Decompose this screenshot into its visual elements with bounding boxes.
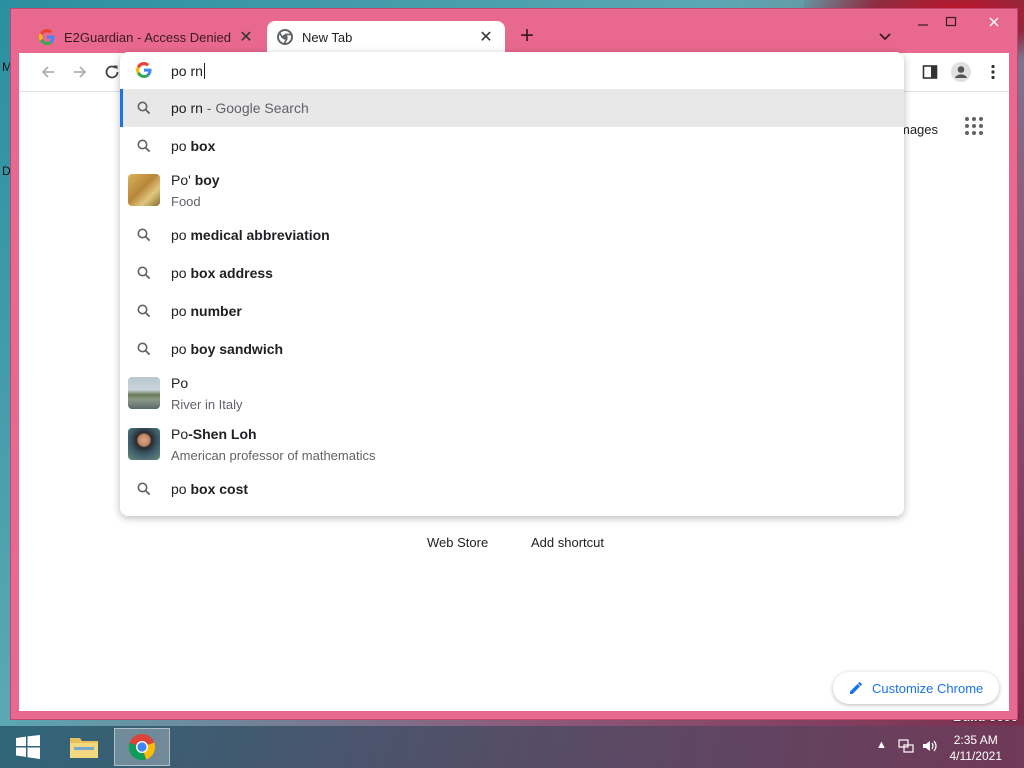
suggestion-completion: -Shen Loh xyxy=(188,426,257,442)
folder-icon xyxy=(70,738,98,758)
suggestion-completion: boy xyxy=(194,172,220,188)
tab-title: E2Guardian - Access Denied xyxy=(64,29,231,45)
river-thumbnail xyxy=(128,377,160,409)
suggestion-prefix: po xyxy=(171,481,191,497)
search-icon xyxy=(137,266,151,280)
tab-new-tab[interactable]: New Tab ✕ xyxy=(267,21,505,53)
side-panel-icon[interactable] xyxy=(919,61,941,83)
maximize-button[interactable] xyxy=(935,9,967,35)
shortcut-add[interactable]: Add shortcut xyxy=(531,535,604,550)
tab-search-chevron-icon[interactable] xyxy=(873,27,897,47)
tray-expand-icon[interactable]: ▲ xyxy=(876,739,887,751)
suggestion-item[interactable]: po boy sandwich xyxy=(120,330,904,368)
clock-date: 4/11/2021 xyxy=(949,749,1003,763)
google-icon xyxy=(136,62,152,83)
search-icon xyxy=(137,139,151,153)
suggestion-prefix: po xyxy=(171,303,191,319)
close-icon[interactable]: ✕ xyxy=(477,28,495,46)
customize-label: Customize Chrome xyxy=(872,680,984,696)
suggestion-completion: box address xyxy=(190,265,273,281)
suggestion-entity[interactable]: Po-Shen Loh American professor of mathem… xyxy=(120,419,904,470)
pencil-icon xyxy=(850,682,862,694)
omnibox-query: po rn xyxy=(171,63,203,79)
chrome-icon xyxy=(277,29,293,45)
tab-access-denied[interactable]: E2Guardian - Access Denied ✕ xyxy=(29,21,265,53)
images-link[interactable]: mages xyxy=(899,122,938,137)
tab-strip: E2Guardian - Access Denied ✕ New Tab ✕ + xyxy=(11,9,1017,53)
network-icon[interactable] xyxy=(898,739,914,756)
start-button[interactable] xyxy=(0,728,56,766)
suggestion-hint: - Google Search xyxy=(202,100,309,116)
system-clock[interactable]: 2:35 AM 4/11/2021 xyxy=(950,732,1003,764)
suggestion-completion: medical abbreviation xyxy=(190,227,330,243)
chrome-icon xyxy=(128,733,156,761)
omnibox-dropdown: po rn po rn - Google Search po box Po' b… xyxy=(120,52,904,516)
close-icon[interactable]: ✕ xyxy=(237,28,255,46)
person-thumbnail xyxy=(128,428,160,460)
suggestion-prefix: po xyxy=(171,341,191,357)
text-caret xyxy=(203,63,205,79)
suggestion-item[interactable]: po number xyxy=(120,292,904,330)
new-tab-button[interactable]: + xyxy=(515,24,539,49)
suggestion-completion: box cost xyxy=(190,481,249,497)
chrome-taskbar-button[interactable] xyxy=(114,728,170,766)
volume-icon[interactable] xyxy=(922,739,938,756)
suggestion-subtitle: Food xyxy=(171,194,201,209)
suggestion-item[interactable]: po medical abbreviation xyxy=(120,216,904,254)
suggestion-prefix: po xyxy=(171,265,191,281)
food-thumbnail xyxy=(128,174,160,206)
clock-time: 2:35 AM xyxy=(953,733,998,747)
forward-button[interactable] xyxy=(69,61,91,83)
more-menu-icon[interactable] xyxy=(982,61,1004,83)
suggestion-item[interactable]: po box address xyxy=(120,254,904,292)
shortcut-web-store[interactable]: Web Store xyxy=(427,535,488,550)
suggestion-completion: boy sandwich xyxy=(190,341,284,357)
suggestion-entity[interactable]: Po' boy Food xyxy=(120,165,904,216)
suggestion-item[interactable]: po box cost xyxy=(120,470,904,508)
suggestion-completion: number xyxy=(190,303,242,319)
suggestion-completion: box xyxy=(190,138,216,154)
suggestion-subtitle: River in Italy xyxy=(171,397,243,412)
suggestion-prefix: Po' xyxy=(171,172,195,188)
omnibox-input[interactable]: po rn xyxy=(120,52,904,89)
search-icon xyxy=(137,228,151,242)
taskbar: ▲ 2:35 AM 4/11/2021 xyxy=(0,726,1024,768)
suggestion-entity[interactable]: Po River in Italy xyxy=(120,368,904,419)
customize-chrome-button[interactable]: Customize Chrome xyxy=(833,672,999,704)
back-button[interactable] xyxy=(37,61,59,83)
suggestion-text: po rn xyxy=(171,100,203,116)
file-explorer-button[interactable] xyxy=(56,728,112,766)
search-icon xyxy=(137,482,151,496)
google-apps-icon[interactable] xyxy=(963,115,985,137)
windows-logo-icon xyxy=(16,735,40,759)
suggestion-prefix: Po xyxy=(171,375,189,391)
window-close-button[interactable] xyxy=(971,9,1017,35)
google-icon xyxy=(39,29,55,45)
suggestion-prefix: Po xyxy=(171,426,189,442)
tab-title: New Tab xyxy=(302,29,353,45)
suggestion-prefix: po xyxy=(171,138,191,154)
suggestion-subtitle: American professor of mathematics xyxy=(171,448,376,463)
search-icon xyxy=(137,304,151,318)
suggestion-prefix: po xyxy=(171,227,191,243)
search-icon xyxy=(137,101,151,115)
profile-avatar-icon[interactable] xyxy=(950,61,972,83)
suggestion-item[interactable]: po box xyxy=(120,127,904,165)
search-icon xyxy=(137,342,151,356)
suggestion-google-search[interactable]: po rn - Google Search xyxy=(120,89,904,127)
